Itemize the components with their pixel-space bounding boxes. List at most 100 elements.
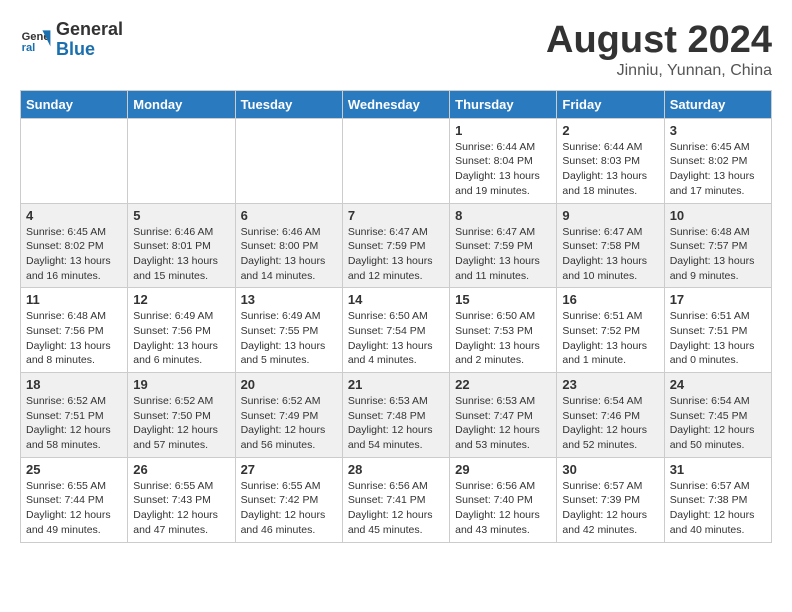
day-number: 23 [562, 377, 658, 392]
svg-text:ral: ral [22, 42, 36, 54]
day-number: 2 [562, 123, 658, 138]
week-row-1: 1Sunrise: 6:44 AM Sunset: 8:04 PM Daylig… [21, 118, 772, 203]
day-info: Sunrise: 6:50 AM Sunset: 7:54 PM Dayligh… [348, 309, 444, 368]
calendar-cell: 29 Sunrise: 6:56 AM Sunset: 7:40 PM Dayli… [450, 457, 557, 542]
calendar-cell: 25 Sunrise: 6:55 AM Sunset: 7:44 PM Dayli… [21, 457, 128, 542]
calendar-cell: 26Sunrise: 6:55 AM Sunset: 7:43 PM Dayli… [128, 457, 235, 542]
day-number: 8 [455, 208, 551, 223]
calendar-cell: 15 Sunrise: 6:50 AM Sunset: 7:53 PM Dayli… [450, 288, 557, 373]
day-number: 16 [562, 292, 658, 307]
day-number: 19 [133, 377, 229, 392]
day-info: Sunrise: 6:50 AM Sunset: 7:53 PM Dayligh… [455, 309, 551, 368]
day-info: Sunrise: 6:57 AM Sunset: 7:38 PM Dayligh… [670, 479, 766, 538]
day-info: Sunrise: 6:56 AM Sunset: 7:40 PM Dayligh… [455, 479, 551, 538]
calendar-cell: 22Sunrise: 6:53 AM Sunset: 7:47 PM Dayli… [450, 373, 557, 458]
day-number: 18 [26, 377, 122, 392]
calendar-cell: 4Sunrise: 6:45 AM Sunset: 8:02 PM Daylig… [21, 203, 128, 288]
day-info: Sunrise: 6:45 AM Sunset: 8:02 PM Dayligh… [670, 140, 766, 199]
calendar-cell [342, 118, 449, 203]
day-info: Sunrise: 6:51 AM Sunset: 7:51 PM Dayligh… [670, 309, 766, 368]
day-info: Sunrise: 6:49 AM Sunset: 7:55 PM Dayligh… [241, 309, 337, 368]
calendar-cell [235, 118, 342, 203]
week-row-5: 25 Sunrise: 6:55 AM Sunset: 7:44 PM Dayli… [21, 457, 772, 542]
day-number: 9 [562, 208, 658, 223]
day-info: Sunrise: 6:55 AM Sunset: 7:44 PM Dayligh… [26, 479, 122, 538]
day-number: 25 [26, 462, 122, 477]
calendar-cell: 31Sunrise: 6:57 AM Sunset: 7:38 PM Dayli… [664, 457, 771, 542]
calendar-cell: 13 Sunrise: 6:49 AM Sunset: 7:55 PM Dayli… [235, 288, 342, 373]
day-info: Sunrise: 6:54 AM Sunset: 7:46 PM Dayligh… [562, 394, 658, 453]
day-number: 4 [26, 208, 122, 223]
day-info: Sunrise: 6:52 AM Sunset: 7:50 PM Dayligh… [133, 394, 229, 453]
calendar-cell: 19 Sunrise: 6:52 AM Sunset: 7:50 PM Dayli… [128, 373, 235, 458]
day-number: 21 [348, 377, 444, 392]
day-number: 5 [133, 208, 229, 223]
day-info: Sunrise: 6:51 AM Sunset: 7:52 PM Dayligh… [562, 309, 658, 368]
day-info: Sunrise: 6:47 AM Sunset: 7:59 PM Dayligh… [455, 225, 551, 284]
day-number: 27 [241, 462, 337, 477]
day-number: 3 [670, 123, 766, 138]
calendar-cell [21, 118, 128, 203]
day-info: Sunrise: 6:55 AM Sunset: 7:42 PM Dayligh… [241, 479, 337, 538]
day-info: Sunrise: 6:47 AM Sunset: 7:59 PM Dayligh… [348, 225, 444, 284]
logo: Gene ral General Blue [20, 20, 123, 60]
day-number: 6 [241, 208, 337, 223]
logo-icon: Gene ral [20, 24, 52, 56]
calendar-cell: 23 Sunrise: 6:54 AM Sunset: 7:46 PM Dayli… [557, 373, 664, 458]
day-number: 24 [670, 377, 766, 392]
day-info: Sunrise: 6:55 AM Sunset: 7:43 PM Dayligh… [133, 479, 229, 538]
calendar-cell: 14 Sunrise: 6:50 AM Sunset: 7:54 PM Dayli… [342, 288, 449, 373]
day-number: 17 [670, 292, 766, 307]
col-header-friday: Friday [557, 90, 664, 118]
logo-text: General Blue [56, 20, 123, 60]
col-header-monday: Monday [128, 90, 235, 118]
calendar-cell: 5 Sunrise: 6:46 AM Sunset: 8:01 PM Daylig… [128, 203, 235, 288]
calendar-table: SundayMondayTuesdayWednesdayThursdayFrid… [20, 90, 772, 543]
calendar-cell: 16 Sunrise: 6:51 AM Sunset: 7:52 PM Dayli… [557, 288, 664, 373]
week-row-2: 4Sunrise: 6:45 AM Sunset: 8:02 PM Daylig… [21, 203, 772, 288]
calendar-cell: 28Sunrise: 6:56 AM Sunset: 7:41 PM Dayli… [342, 457, 449, 542]
day-info: Sunrise: 6:57 AM Sunset: 7:39 PM Dayligh… [562, 479, 658, 538]
page-header: Gene ral General Blue August 2024 Jinniu… [20, 20, 772, 80]
day-number: 11 [26, 292, 122, 307]
day-info: Sunrise: 6:52 AM Sunset: 7:51 PM Dayligh… [26, 394, 122, 453]
day-info: Sunrise: 6:46 AM Sunset: 8:00 PM Dayligh… [241, 225, 337, 284]
day-info: Sunrise: 6:52 AM Sunset: 7:49 PM Dayligh… [241, 394, 337, 453]
title-block: August 2024 Jinniu, Yunnan, China [546, 20, 772, 80]
calendar-cell: 21 Sunrise: 6:53 AM Sunset: 7:48 PM Dayli… [342, 373, 449, 458]
header-row: SundayMondayTuesdayWednesdayThursdayFrid… [21, 90, 772, 118]
week-row-3: 11 Sunrise: 6:48 AM Sunset: 7:56 PM Dayli… [21, 288, 772, 373]
day-number: 13 [241, 292, 337, 307]
calendar-cell: 7 Sunrise: 6:47 AM Sunset: 7:59 PM Daylig… [342, 203, 449, 288]
day-info: Sunrise: 6:54 AM Sunset: 7:45 PM Dayligh… [670, 394, 766, 453]
day-number: 29 [455, 462, 551, 477]
calendar-cell: 20Sunrise: 6:52 AM Sunset: 7:49 PM Dayli… [235, 373, 342, 458]
day-number: 15 [455, 292, 551, 307]
day-info: Sunrise: 6:49 AM Sunset: 7:56 PM Dayligh… [133, 309, 229, 368]
day-number: 1 [455, 123, 551, 138]
day-info: Sunrise: 6:44 AM Sunset: 8:03 PM Dayligh… [562, 140, 658, 199]
subtitle: Jinniu, Yunnan, China [546, 62, 772, 80]
week-row-4: 18 Sunrise: 6:52 AM Sunset: 7:51 PM Dayli… [21, 373, 772, 458]
calendar-cell: 2 Sunrise: 6:44 AM Sunset: 8:03 PM Daylig… [557, 118, 664, 203]
col-header-saturday: Saturday [664, 90, 771, 118]
calendar-cell: 12Sunrise: 6:49 AM Sunset: 7:56 PM Dayli… [128, 288, 235, 373]
col-header-thursday: Thursday [450, 90, 557, 118]
day-info: Sunrise: 6:47 AM Sunset: 7:58 PM Dayligh… [562, 225, 658, 284]
calendar-cell [128, 118, 235, 203]
calendar-cell: 10Sunrise: 6:48 AM Sunset: 7:57 PM Dayli… [664, 203, 771, 288]
day-info: Sunrise: 6:48 AM Sunset: 7:56 PM Dayligh… [26, 309, 122, 368]
calendar-cell: 11 Sunrise: 6:48 AM Sunset: 7:56 PM Dayli… [21, 288, 128, 373]
calendar-cell: 18 Sunrise: 6:52 AM Sunset: 7:51 PM Dayli… [21, 373, 128, 458]
day-number: 7 [348, 208, 444, 223]
day-info: Sunrise: 6:46 AM Sunset: 8:01 PM Dayligh… [133, 225, 229, 284]
day-number: 14 [348, 292, 444, 307]
col-header-wednesday: Wednesday [342, 90, 449, 118]
calendar-cell: 3 Sunrise: 6:45 AM Sunset: 8:02 PM Daylig… [664, 118, 771, 203]
col-header-sunday: Sunday [21, 90, 128, 118]
day-info: Sunrise: 6:53 AM Sunset: 7:48 PM Dayligh… [348, 394, 444, 453]
day-number: 22 [455, 377, 551, 392]
calendar-cell: 30Sunrise: 6:57 AM Sunset: 7:39 PM Dayli… [557, 457, 664, 542]
calendar-cell: 1Sunrise: 6:44 AM Sunset: 8:04 PM Daylig… [450, 118, 557, 203]
calendar-cell: 24 Sunrise: 6:54 AM Sunset: 7:45 PM Dayli… [664, 373, 771, 458]
